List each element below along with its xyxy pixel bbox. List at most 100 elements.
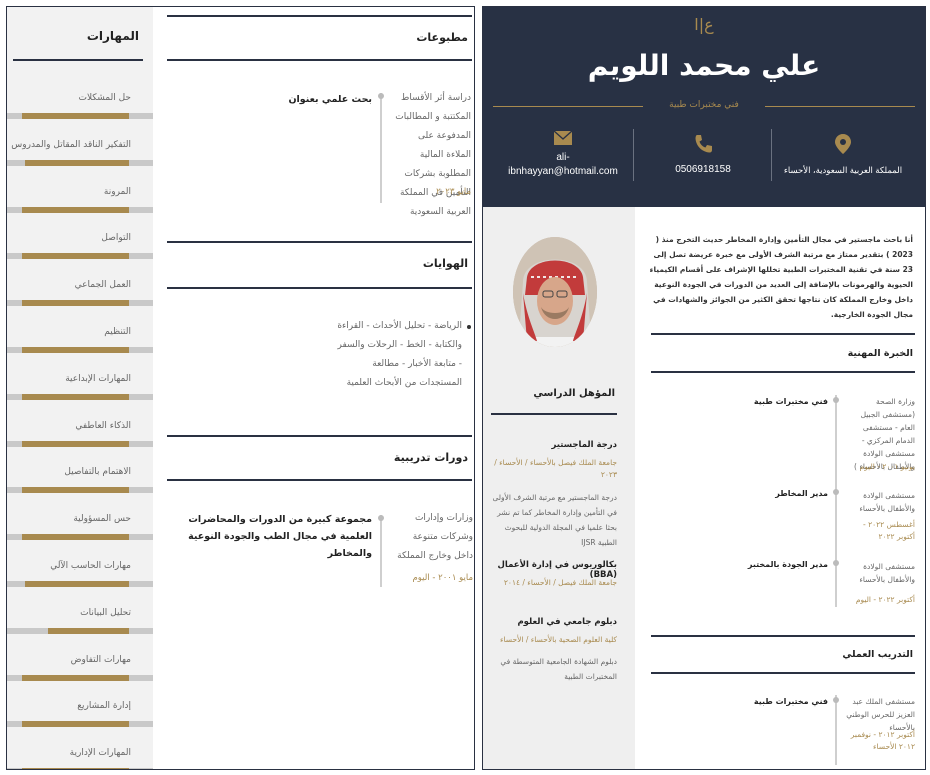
skill-name: المهارات الإدارية bbox=[69, 748, 131, 759]
experience-title: الخبرة المهنية bbox=[847, 348, 913, 359]
skill-bar-fill bbox=[22, 721, 129, 728]
timeline-dot bbox=[833, 397, 839, 403]
left-main-column: مطبوعات دراسة أثر الأقساط المكتتبة و الم… bbox=[167, 7, 473, 769]
skills-title: المهارات bbox=[86, 29, 139, 43]
side-column: المؤهل الدراسي درجة الماجستير جامعة المل… bbox=[483, 207, 635, 769]
skill-bar-track bbox=[7, 159, 153, 166]
edu-sub-0: جامعة الملك فيصل بالأحساء / الأحساء / ٢٠… bbox=[494, 458, 617, 479]
skill-bar-fill bbox=[22, 253, 129, 260]
skill-bar-fill bbox=[22, 534, 129, 541]
phone-icon bbox=[693, 133, 713, 155]
skill-bar-track bbox=[7, 393, 153, 400]
timeline-line bbox=[835, 695, 837, 765]
contact-location: المملكة العربية السعودية، الأحساء bbox=[773, 129, 913, 189]
skill-bar-fill bbox=[22, 206, 129, 213]
exp-head-0: فني مختبرات طبية bbox=[753, 397, 828, 406]
exp-date-2: أكتوبر ٢٠٢٢ - اليوم bbox=[855, 595, 915, 604]
hobbies-title: الهوايات bbox=[422, 257, 468, 270]
contact-email: ali- ibnhayyan@hotmail.com bbox=[493, 129, 633, 189]
skill-bar-track bbox=[7, 627, 153, 634]
edu-desc-2: دبلوم الشهادة الجامعية المتوسطة في المخت… bbox=[500, 657, 617, 681]
job-title: فني مختبرات طبية bbox=[669, 100, 739, 110]
hobbies-text: الرياضة - تحليل الأحداث - القراءة والكتا… bbox=[337, 321, 462, 388]
courses-title: دورات تدريبية bbox=[393, 451, 468, 464]
skill-bar-track bbox=[7, 440, 153, 447]
skill-bar-fill bbox=[48, 627, 129, 634]
divider bbox=[651, 635, 915, 637]
training-title: التدريب العملي bbox=[842, 649, 913, 660]
skill-bar-track bbox=[7, 113, 153, 119]
exp-head-2: مدير الجودة بالمختبر bbox=[747, 560, 828, 569]
skill-name: الذكاء العاطفي bbox=[75, 420, 131, 431]
course-desc: وزارات وإدارات وشركات متنوعة داخل وخارج … bbox=[397, 513, 473, 561]
education-title: المؤهل الدراسي bbox=[533, 388, 615, 399]
divider bbox=[167, 287, 472, 289]
exp-desc-1: مستشفى الولادة والأطفال بالأحساء bbox=[859, 491, 915, 513]
monogram: ع|ا bbox=[694, 15, 714, 34]
timeline-dot bbox=[378, 93, 384, 99]
timeline-dot bbox=[833, 560, 839, 566]
contact-separator bbox=[633, 129, 634, 181]
timeline-dot bbox=[378, 515, 384, 521]
skill-bar-track bbox=[7, 347, 153, 353]
divider bbox=[651, 333, 915, 335]
skill-bar-fill bbox=[22, 113, 129, 119]
person-name: علي محمد اللويم bbox=[587, 49, 821, 82]
skill-bar-fill bbox=[22, 440, 129, 447]
exp-date-0: يونيو ٢٠٠١ - اليوم bbox=[859, 462, 915, 471]
publications-title: مطبوعات bbox=[416, 31, 468, 44]
phone-text: 0506918158 bbox=[675, 164, 731, 175]
publication-date: مايو ٢٠٢٣ bbox=[436, 187, 471, 197]
skill-bar-fill bbox=[22, 768, 129, 769]
exp-desc-2: مستشفى الولادة والأطفال بالأحساء bbox=[859, 562, 915, 584]
timeline-line bbox=[835, 395, 837, 607]
skill-bar-track bbox=[7, 674, 153, 681]
skill-name: الاهتمام بالتفاصيل bbox=[64, 467, 131, 478]
skill-name: مهارات التفاوض bbox=[70, 654, 131, 665]
skill-name: التنظيم bbox=[104, 327, 131, 337]
skill-bar-fill bbox=[25, 581, 129, 587]
divider bbox=[167, 15, 472, 17]
skill-name: المهارات الإبداعية bbox=[65, 373, 131, 384]
edu-head-0: درجة الماجستير bbox=[551, 440, 618, 450]
divider bbox=[167, 59, 472, 61]
skill-bar-fill bbox=[22, 674, 129, 681]
email-text-2[interactable]: ibnhayyan@hotmail.com bbox=[493, 165, 633, 179]
exp-head-1: مدير المخاطر bbox=[775, 489, 828, 498]
publication-desc: دراسة أثر الأقساط المكتتبة و المطالبات ا… bbox=[395, 93, 471, 217]
divider bbox=[651, 672, 915, 674]
skills-divider bbox=[13, 59, 143, 61]
resume-page-right: ع|ا علي محمد اللويم فني مختبرات طبية الم… bbox=[482, 6, 926, 770]
skill-bar-track bbox=[7, 300, 153, 307]
skill-bar-track bbox=[7, 721, 153, 728]
profile-photo bbox=[513, 237, 597, 347]
divider bbox=[167, 241, 472, 243]
edu-sub-1: جامعة الملك فيصل / الأحساء / ٢٠١٤ bbox=[503, 578, 617, 587]
timeline-line bbox=[380, 515, 382, 587]
skill-bar-track bbox=[7, 581, 153, 587]
train-date-0: أكتوبر ٢٠١٢ - نوفمبر ٢٠١٢ الأحساء bbox=[850, 730, 915, 751]
train-head-0: فني مختبرات طبية bbox=[753, 697, 828, 706]
course-head: مجموعة كبيرة من الدورات والمحاضرات العلم… bbox=[188, 514, 372, 559]
profile-summary: أنا باحث ماجستير في مجال التأمين وإدارة … bbox=[649, 235, 913, 319]
email-text-1[interactable]: ali- bbox=[493, 151, 633, 165]
skill-bar-track bbox=[7, 487, 153, 494]
skill-name: حس المسؤولية bbox=[73, 514, 131, 525]
course-date: مايو ٢٠٠١ - اليوم bbox=[412, 573, 473, 583]
skill-name: تحليل البيانات bbox=[80, 607, 131, 618]
skill-name: إدارة المشاريع bbox=[77, 701, 131, 712]
envelope-icon bbox=[553, 130, 573, 145]
skill-bar-fill bbox=[22, 487, 129, 494]
skill-bar-track bbox=[7, 253, 153, 260]
exp-date-1: أغسطس ٢٠٢٢ - أكتوبر ٢٠٢٢ bbox=[862, 520, 915, 541]
contact-phone: 0506918158 bbox=[638, 129, 768, 189]
skill-name: حل المشكلات bbox=[78, 93, 131, 103]
timeline-line bbox=[380, 93, 382, 203]
skill-bar-fill bbox=[25, 159, 129, 166]
resume-page-left: المهارات حل المشكلات التفكير الناقد المقا… bbox=[6, 6, 475, 770]
skill-bar-track bbox=[7, 534, 153, 541]
publication-head: بحث علمي بعنوان bbox=[288, 94, 372, 105]
skill-name: العمل الجماعي bbox=[74, 280, 131, 291]
skill-bar-fill bbox=[22, 347, 129, 353]
timeline-dot bbox=[833, 489, 839, 495]
